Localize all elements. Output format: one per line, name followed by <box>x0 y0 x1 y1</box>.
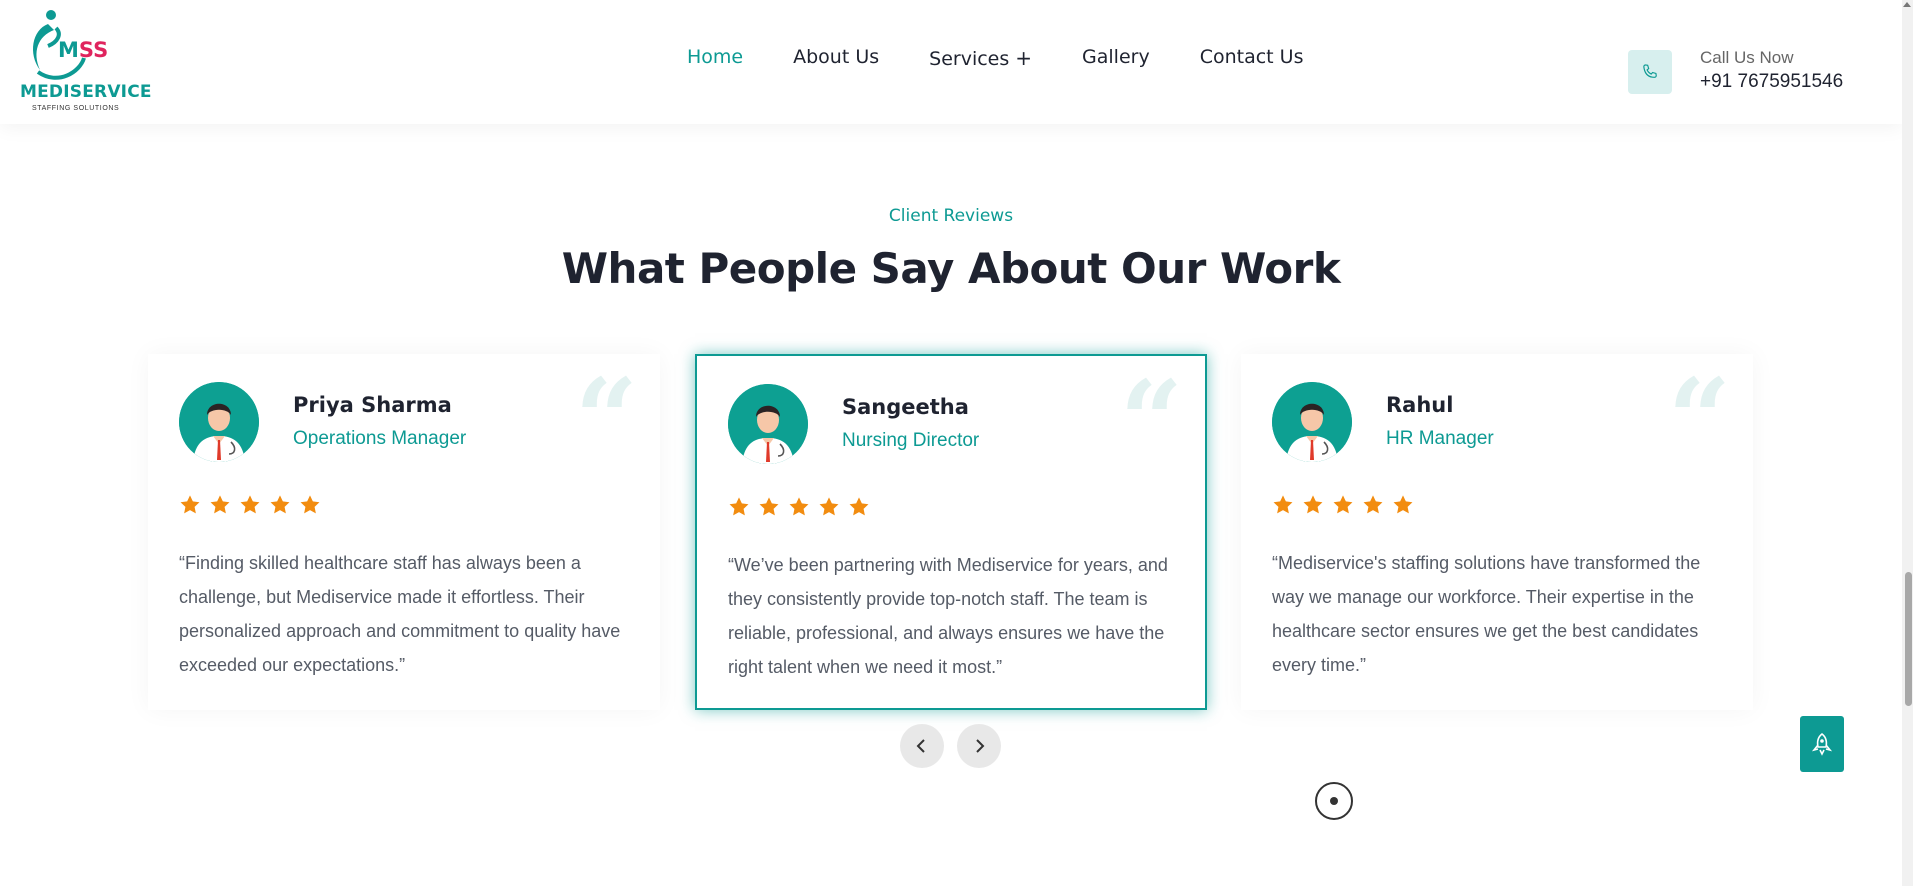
call-number[interactable]: +91 7675951546 <box>1700 71 1843 93</box>
quote-icon: “ <box>1667 354 1731 483</box>
plus-icon: + <box>1015 46 1033 70</box>
nav-gallery[interactable]: Gallery <box>1082 46 1150 70</box>
review-card[interactable]: Priya Sharma Operations Manager “ “Findi… <box>148 354 660 710</box>
review-card[interactable]: Rahul HR Manager “ “Mediservice's staffi… <box>1241 354 1753 710</box>
star-icon <box>1273 495 1293 514</box>
carousel-next-button[interactable] <box>957 724 1001 768</box>
nav-services[interactable]: Services + <box>929 46 1032 70</box>
logo-mark: MSS <box>58 38 109 62</box>
scrollbar-thumb[interactable] <box>1905 572 1912 706</box>
reviewer-role: Nursing Director <box>842 430 980 451</box>
star-icon <box>729 497 749 516</box>
star-rating <box>1272 494 1414 516</box>
reviewer-name: Rahul <box>1386 393 1454 417</box>
nav-services-label: Services <box>929 48 1010 70</box>
logo-tagline: STAFFING SOLUTIONS <box>32 105 120 112</box>
back-to-top-button[interactable] <box>1800 716 1844 772</box>
review-text: “Finding skilled healthcare staff has al… <box>179 553 621 675</box>
star-icon <box>1333 495 1353 514</box>
carousel-prev-button[interactable] <box>900 724 944 768</box>
review-card-active[interactable]: Sangeetha Nursing Director “ “We’ve been… <box>695 354 1207 710</box>
reviewer-name: Priya Sharma <box>293 393 452 417</box>
review-text: “We’ve been partnering with Mediservice … <box>728 555 1168 677</box>
star-icon <box>1363 495 1383 514</box>
logo[interactable]: MSS MEDISERVICE STAFFING SOLUTIONS <box>18 6 151 118</box>
quote-icon: “ <box>574 354 638 483</box>
chevron-right-icon <box>976 739 985 753</box>
star-icon <box>270 495 290 514</box>
star-icon <box>180 495 200 514</box>
nav-contact-us[interactable]: Contact Us <box>1200 46 1304 70</box>
logo-wordmark: MEDISERVICE <box>20 82 152 102</box>
avatar <box>179 382 259 462</box>
star-icon <box>849 497 869 516</box>
avatar <box>1272 382 1352 462</box>
star-rating <box>728 496 870 518</box>
main-nav: Home About Us Services + Gallery Contact … <box>687 46 1353 70</box>
star-icon <box>1303 495 1323 514</box>
star-icon <box>300 495 320 514</box>
quote-icon: “ <box>1119 356 1183 485</box>
rocket-icon <box>1811 732 1833 756</box>
reviewer-role: HR Manager <box>1386 428 1494 449</box>
carousel-dot-fill <box>1330 797 1338 805</box>
star-icon <box>240 495 260 514</box>
phone-icon[interactable] <box>1628 50 1672 94</box>
star-icon <box>1393 495 1413 514</box>
reviewer-role: Operations Manager <box>293 428 467 449</box>
chevron-left-icon <box>916 739 925 753</box>
call-label: Call Us Now <box>1700 48 1794 67</box>
star-icon <box>759 497 779 516</box>
carousel-dot[interactable] <box>1315 782 1353 820</box>
site-header: MSS MEDISERVICE STAFFING SOLUTIONS Home … <box>0 0 1902 124</box>
star-icon <box>210 495 230 514</box>
avatar <box>728 384 808 464</box>
nav-home[interactable]: Home <box>687 46 743 70</box>
nav-about-us[interactable]: About Us <box>793 46 879 70</box>
star-rating <box>179 494 321 516</box>
star-icon <box>789 497 809 516</box>
section-title: What People Say About Our Work <box>561 244 1341 293</box>
scrollbar-track[interactable] <box>1902 0 1913 886</box>
review-text: “Mediservice's staffing solutions have t… <box>1272 553 1701 675</box>
scroll-up-arrow-icon[interactable] <box>1903 2 1911 7</box>
section-eyebrow: Client Reviews <box>888 206 1014 226</box>
reviewer-name: Sangeetha <box>842 395 969 419</box>
star-icon <box>819 497 839 516</box>
